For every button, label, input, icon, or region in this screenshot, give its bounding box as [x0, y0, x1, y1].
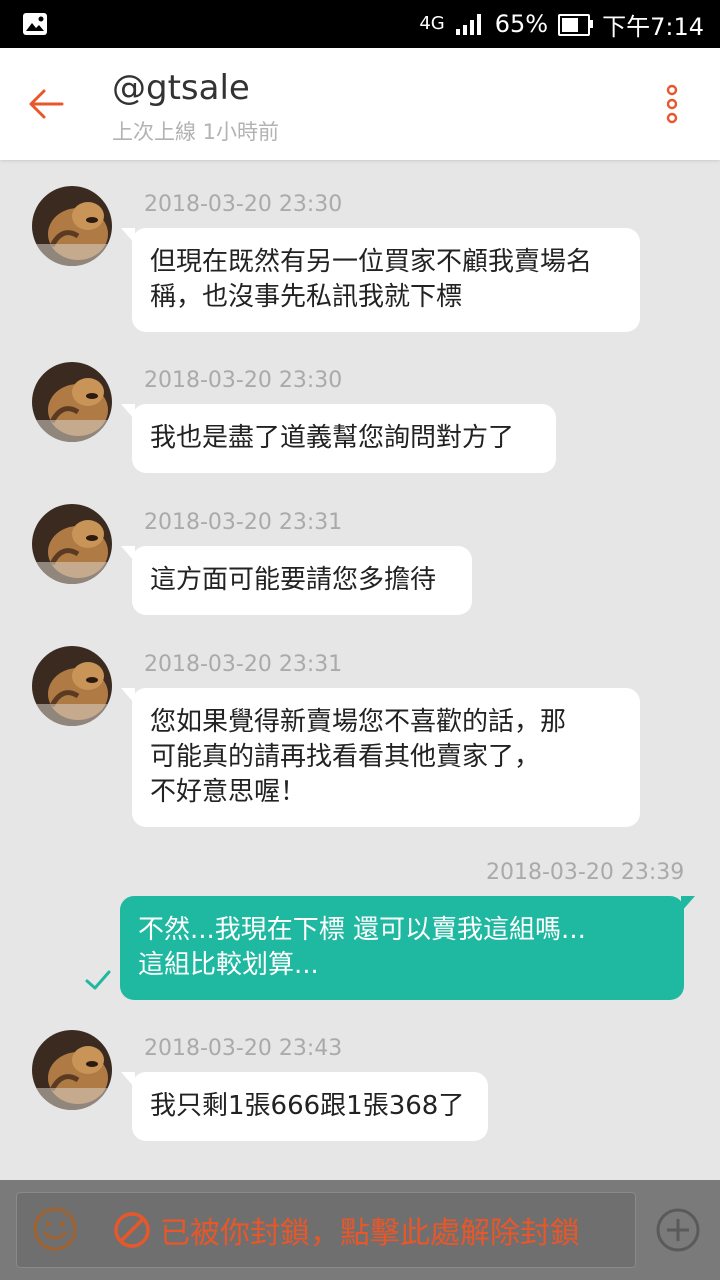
signal-icon — [455, 14, 481, 35]
message-text-line: 但現在既然有另一位買家不顧我賣場名 — [150, 247, 593, 277]
image-notification-icon — [23, 13, 47, 35]
unblock-text[interactable]: 已被你封鎖，點擊此處解除封鎖 — [160, 1208, 580, 1252]
message-timestamp: 2018-03-20 23:43 — [144, 1036, 343, 1061]
battery-percent: 65% — [494, 10, 549, 38]
contact-name: @gtsale — [112, 68, 250, 108]
message-bubble-outgoing[interactable]: 不然...我現在下標 還可以賣我這組嗎... 這組比較划算... — [120, 896, 695, 1000]
avatar[interactable] — [32, 646, 112, 726]
plus-circle-icon[interactable] — [654, 1206, 702, 1254]
message-timestamp: 2018-03-20 23:30 — [144, 192, 343, 217]
message-text-line: 不好意思喔！ — [150, 777, 307, 807]
prohibited-icon — [114, 1212, 150, 1248]
message-text-line: 稱，也沒事先私訊我就下標 — [150, 282, 463, 312]
message-text-line: 我只剩1張666跟1張368了 — [150, 1091, 465, 1121]
chat-header: @gtsale 上次上線 1小時前 — [0, 48, 720, 160]
message-timestamp: 2018-03-20 23:31 — [144, 652, 343, 677]
message-timestamp: 2018-03-20 23:30 — [144, 368, 343, 393]
last-seen: 上次上線 1小時前 — [112, 120, 280, 144]
message-text-line: 我也是盡了道義幫您詢問對方了 — [150, 423, 515, 453]
message-bubble-incoming[interactable]: 這方面可能要請您多擔待 — [121, 546, 472, 615]
message-bubble-incoming[interactable]: 我也是盡了道義幫您詢問對方了 — [121, 404, 556, 473]
back-arrow-icon[interactable] — [24, 82, 68, 126]
message-timestamp: 2018-03-20 23:31 — [144, 510, 343, 535]
message-bubble-incoming[interactable]: 但現在既然有另一位買家不顧我賣場名 稱，也沒事先私訊我就下標 — [121, 228, 640, 332]
more-vertical-icon[interactable] — [660, 82, 684, 126]
message-text-line: 可能真的請再找看看其他賣家了， — [150, 742, 541, 772]
avatar[interactable] — [32, 1030, 112, 1110]
read-check-icon — [85, 970, 111, 990]
message-timestamp: 2018-03-20 23:39 — [486, 860, 685, 885]
message-list: 2018-03-20 23:30 但現在既然有另一位買家不顧我賣場名 稱，也沒事… — [0, 160, 720, 1180]
message-text-line: 您如果覺得新賣場您不喜歡的話，那 — [150, 707, 567, 737]
smiley-icon[interactable] — [32, 1206, 78, 1252]
clock: 下午7:14 — [602, 12, 704, 41]
message-text-line: 不然...我現在下標 還可以賣我這組嗎... — [138, 915, 586, 945]
battery-icon — [558, 14, 594, 36]
avatar[interactable] — [32, 362, 112, 442]
avatar[interactable] — [32, 186, 112, 266]
message-bubble-incoming[interactable]: 我只剩1張666跟1張368了 — [121, 1072, 488, 1141]
status-bar: 4G 65% 下午7:14 — [0, 0, 720, 48]
message-text-line: 這方面可能要請您多擔待 — [150, 565, 437, 595]
network-type: 4G — [419, 13, 445, 34]
message-text-line: 這組比較划算... — [138, 950, 319, 980]
avatar[interactable] — [32, 504, 112, 584]
message-bubble-incoming[interactable]: 您如果覺得新賣場您不喜歡的話，那 可能真的請再找看看其他賣家了， 不好意思喔！ — [121, 688, 640, 827]
